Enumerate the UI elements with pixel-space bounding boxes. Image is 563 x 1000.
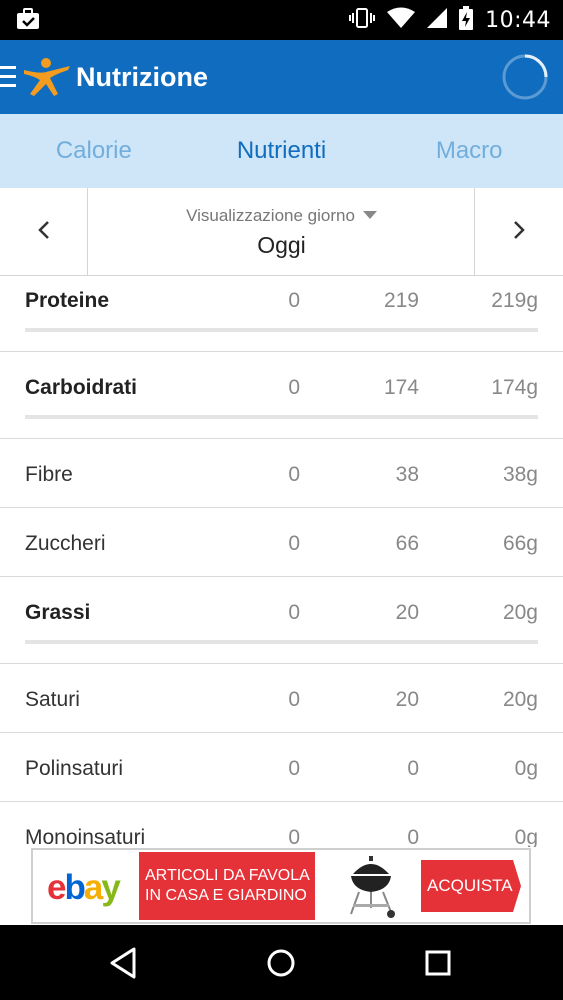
nutrient-left: 219g [491,289,538,312]
nutrient-total: 0 [288,826,300,847]
system-nav-bar [0,925,563,1000]
loading-spinner-icon [501,53,549,101]
tab-macro[interactable]: Macro [375,114,563,188]
chevron-right-icon [512,220,526,245]
ebay-logo: ebay [47,868,121,907]
nutrient-total: 0 [288,532,300,555]
dropdown-caret-icon [362,211,377,219]
ad-headline: ARTICOLI DA FAVOLA IN CASA E GIARDINO [139,852,315,920]
nutrient-row-zuccheri: Zuccheri 0 66 66g [0,508,563,577]
tab-calorie[interactable]: Calorie [0,114,188,188]
nutrient-total: 0 [288,688,300,711]
vibrate-icon [349,7,376,34]
nutrient-left: 66g [502,532,538,555]
briefcase-check-icon [16,8,40,35]
previous-day-button[interactable] [0,188,88,276]
nutrient-goal: 66 [395,532,419,555]
chevron-left-icon [37,220,51,245]
nutrient-list[interactable]: Proteine 0 219 219g Carboidrati 0 174 17… [0,277,563,847]
nutrient-progress-bar [25,328,538,332]
day-view-label: Visualizzazione giorno [186,206,355,225]
signal-icon [427,7,448,34]
ad-headline-line1: ARTICOLI DA FAVOLA [145,867,310,884]
nutrient-goal: 219 [383,289,419,312]
page-title: Nutrizione [76,62,208,92]
nutrient-total: 0 [288,463,300,486]
app-bar: Nutrizione [0,40,563,114]
nutrient-name: Carboidrati [25,376,138,399]
nutrient-row-proteine: Proteine 0 219 219g [0,277,563,352]
nutrient-left: 20g [502,688,538,711]
nutrient-name: Proteine [25,289,110,312]
nutrient-name: Saturi [25,688,80,711]
nutrient-row-grassi: Grassi 0 20 20g [0,577,563,664]
nutrient-name: Monoinsaturi [25,826,146,847]
nutrient-row-saturi: Saturi 0 20 20g [0,664,563,733]
nutrient-name: Fibre [25,463,73,486]
battery-charging-icon [459,5,474,35]
nutrient-progress-bar [25,415,538,419]
nutrient-progress-bar [25,640,538,644]
home-icon[interactable] [261,943,301,983]
nutrient-total: 0 [288,601,300,624]
nutrient-total: 0 [288,757,300,780]
nutrient-goal: 38 [395,463,419,486]
nutrient-goal: 20 [395,601,419,624]
runner-logo-icon [20,56,72,103]
nutrient-total: 0 [288,376,300,399]
nutrient-name: Grassi [25,601,91,624]
clock-time: 10:44 [485,7,551,33]
nutrient-row-polinsaturi: Polinsaturi 0 0 0g [0,733,563,802]
ad-cta-button[interactable]: ACQUISTA [421,860,521,912]
nutrient-left: 0g [514,757,538,780]
nutrient-total: 0 [288,289,300,312]
back-icon[interactable] [104,943,144,983]
nutrient-row-carboidrati: Carboidrati 0 174 174g [0,352,563,439]
day-selector: Visualizzazione giorno Oggi [0,188,563,276]
day-view-value: Oggi [257,232,306,258]
next-day-button[interactable] [474,188,563,276]
barbecue-grill-icon [333,852,409,920]
status-bar: 10:44 [0,0,563,40]
nutrient-goal: 174 [383,376,419,399]
nutrient-left: 0g [514,826,538,847]
nutrient-left: 20g [502,601,538,624]
hamburger-icon[interactable] [0,66,18,88]
tab-bar: Calorie Nutrienti Macro [0,114,563,188]
nutrient-name: Polinsaturi [25,757,124,780]
nutrient-name: Zuccheri [25,532,106,555]
nutrient-goal: 0 [407,826,419,847]
recents-icon[interactable] [418,943,458,983]
nutrient-goal: 0 [407,757,419,780]
ad-headline-line2: IN CASA E GIARDINO [145,887,307,904]
nutrient-left: 174g [491,376,538,399]
nutrient-left: 38g [502,463,538,486]
ad-banner[interactable]: ebay ARTICOLI DA FAVOLA IN CASA E GIARDI… [31,848,531,924]
wifi-icon [387,7,416,34]
nutrient-row-monoinsaturi: Monoinsaturi 0 0 0g [0,802,563,847]
nutrient-goal: 20 [395,688,419,711]
nutrient-row-fibre: Fibre 0 38 38g [0,439,563,508]
tab-nutrienti[interactable]: Nutrienti [188,114,376,188]
day-view-dropdown[interactable]: Visualizzazione giorno Oggi [89,188,474,276]
